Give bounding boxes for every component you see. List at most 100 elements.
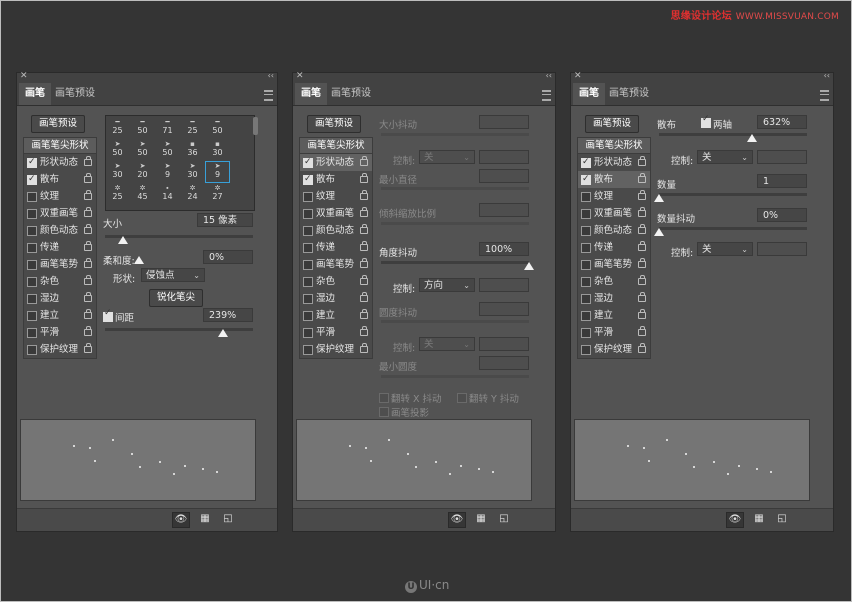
lock-icon[interactable]	[360, 309, 368, 319]
scatter-slider-thumb[interactable]	[747, 134, 758, 142]
lock-icon[interactable]	[84, 258, 92, 268]
brush-tip[interactable]: ▪ 36	[181, 140, 204, 160]
checkbox-icon[interactable]	[581, 328, 591, 338]
count-control-field[interactable]	[757, 242, 807, 256]
min-diameter-slider[interactable]	[381, 187, 529, 190]
size-jitter-slider[interactable]	[381, 133, 529, 136]
lock-icon[interactable]	[84, 241, 92, 251]
tab-brush-presets[interactable]: 画笔预设	[49, 83, 101, 105]
option-dual-brush[interactable]: 双重画笔	[578, 205, 650, 222]
option-color-dynamics[interactable]: 颜色动态	[578, 222, 650, 239]
checkbox-icon[interactable]	[27, 154, 37, 171]
count-field[interactable]: 1	[757, 174, 807, 188]
tab-brush[interactable]: 画笔	[19, 83, 51, 105]
panel-menu-icon[interactable]	[542, 90, 551, 101]
option-build-up[interactable]: 建立	[300, 307, 372, 324]
close-icon[interactable]: ✕	[574, 71, 582, 81]
option-dual-brush[interactable]: 双重画笔	[300, 205, 372, 222]
grid-icon[interactable]: ▦	[751, 512, 767, 526]
brush-presets-button[interactable]: 画笔预设	[585, 115, 639, 133]
lock-icon[interactable]	[638, 241, 646, 251]
brush-tip[interactable]: ✲ 45	[131, 184, 154, 204]
scatter-field[interactable]: 632%	[757, 115, 807, 129]
checkbox-icon[interactable]	[27, 345, 37, 355]
lock-icon[interactable]	[360, 224, 368, 234]
count-jitter-slider-thumb[interactable]	[654, 228, 664, 236]
checkbox-icon[interactable]	[581, 345, 591, 355]
both-axes-checkbox[interactable]	[701, 114, 711, 128]
shape-select[interactable]: 侵蚀点 ⌄	[141, 268, 205, 282]
option-wet-edges[interactable]: 湿边	[24, 290, 96, 307]
roundness-control-field[interactable]	[479, 337, 529, 351]
lock-icon[interactable]	[360, 173, 368, 183]
brush-tip[interactable]: ✲ 27	[206, 184, 229, 204]
lock-icon[interactable]	[638, 258, 646, 268]
checkbox-icon[interactable]	[581, 243, 591, 253]
lock-icon[interactable]	[638, 207, 646, 217]
brush-presets-button[interactable]: 画笔预设	[307, 115, 361, 133]
size-control-select[interactable]: 关 ⌄	[419, 150, 475, 164]
lock-icon[interactable]	[638, 156, 646, 166]
lock-icon[interactable]	[84, 309, 92, 319]
grid-icon[interactable]: ▦	[473, 512, 489, 526]
brush-tip-selected[interactable]: ➤ 9	[205, 161, 230, 183]
angle-jitter-field[interactable]: 100%	[479, 242, 529, 256]
lock-icon[interactable]	[84, 326, 92, 336]
grid-scrollbar[interactable]	[253, 117, 258, 135]
lock-icon[interactable]	[360, 258, 368, 268]
checkbox-icon[interactable]	[303, 260, 313, 270]
checkbox-icon[interactable]	[581, 209, 591, 219]
checkbox-icon[interactable]	[27, 294, 37, 304]
option-noise[interactable]: 杂色	[24, 273, 96, 290]
new-preset-icon[interactable]: ◱	[220, 512, 236, 526]
brush-tip[interactable]: ➤ 50	[156, 140, 179, 160]
grid-icon[interactable]: ▦	[197, 512, 213, 526]
eye-brush-icon[interactable]: 👁	[726, 512, 744, 528]
eye-brush-icon[interactable]: 👁	[172, 512, 190, 528]
lock-icon[interactable]	[638, 309, 646, 319]
brush-tip[interactable]: ➤ 50	[106, 140, 129, 160]
collapse-icon[interactable]: ‹‹	[824, 71, 830, 80]
brush-tip[interactable]: ➤ 30	[181, 162, 204, 182]
checkbox-icon[interactable]	[581, 277, 591, 287]
flip-y-checkbox[interactable]	[457, 393, 467, 403]
checkbox-icon[interactable]	[303, 171, 313, 188]
option-transfer[interactable]: 传递	[578, 239, 650, 256]
tilt-scale-field[interactable]	[479, 203, 529, 217]
checkbox-icon[interactable]	[581, 226, 591, 236]
spacing-slider-track[interactable]	[105, 328, 253, 331]
size-control-field[interactable]	[479, 150, 529, 164]
option-brush-pose[interactable]: 画笔笔势	[24, 256, 96, 273]
lock-icon[interactable]	[638, 190, 646, 200]
checkbox-icon[interactable]	[581, 260, 591, 270]
option-scattering[interactable]: 散布	[24, 171, 96, 188]
lock-icon[interactable]	[638, 224, 646, 234]
option-noise[interactable]: 杂色	[300, 273, 372, 290]
checkbox-icon[interactable]	[303, 294, 313, 304]
lock-icon[interactable]	[84, 207, 92, 217]
tab-brush[interactable]: 画笔	[295, 83, 327, 105]
lock-icon[interactable]	[84, 156, 92, 166]
spacing-slider-thumb[interactable]	[218, 329, 229, 337]
size-field[interactable]: 15 像素	[197, 213, 253, 227]
count-slider-thumb[interactable]	[654, 194, 664, 202]
roundness-control-select[interactable]: 关 ⌄	[419, 337, 475, 351]
option-color-dynamics[interactable]: 颜色动态	[24, 222, 96, 239]
checkbox-icon[interactable]	[27, 311, 37, 321]
angle-jitter-slider-thumb[interactable]	[524, 262, 534, 270]
checkbox-icon[interactable]	[581, 294, 591, 304]
count-jitter-field[interactable]: 0%	[757, 208, 807, 222]
size-slider-thumb[interactable]	[117, 236, 128, 244]
close-icon[interactable]: ✕	[20, 71, 28, 81]
brush-tip[interactable]: ➤ 9	[156, 162, 179, 182]
collapse-icon[interactable]: ‹‹	[546, 71, 552, 80]
option-protect-texture[interactable]: 保护纹理	[24, 341, 96, 358]
option-scattering[interactable]: 散布	[300, 171, 372, 188]
scatter-control-field[interactable]	[757, 150, 807, 164]
option-smoothing[interactable]: 平滑	[300, 324, 372, 341]
roundness-jitter-slider[interactable]	[381, 320, 529, 323]
lock-icon[interactable]	[360, 292, 368, 302]
checkbox-icon[interactable]	[27, 192, 37, 202]
checkbox-icon[interactable]	[303, 328, 313, 338]
lock-icon[interactable]	[84, 173, 92, 183]
